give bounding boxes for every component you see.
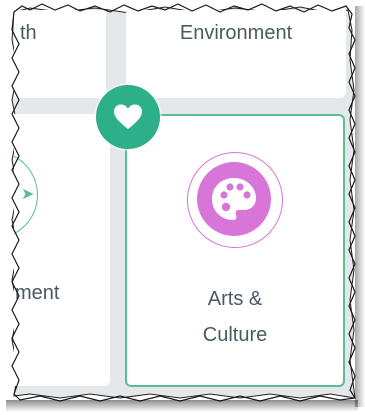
card-label-arts-culture: Arts & Culture bbox=[127, 281, 343, 353]
arts-label-line1: Arts & bbox=[207, 288, 263, 310]
heart-icon bbox=[114, 104, 142, 129]
frame-shadow-right bbox=[355, 6, 365, 407]
frame-shadow-bottom bbox=[6, 400, 358, 412]
palette-icon bbox=[212, 178, 256, 220]
favorite-badge[interactable] bbox=[96, 85, 160, 149]
category-card-arts-culture[interactable]: Arts & Culture bbox=[125, 114, 345, 387]
arts-icon-circle bbox=[197, 162, 271, 236]
arts-icon-ring bbox=[187, 152, 283, 248]
employment-icon: ➤ bbox=[21, 186, 35, 203]
category-card-environment[interactable]: Environment bbox=[126, 10, 346, 98]
category-card-health[interactable]: th bbox=[14, 10, 106, 98]
card-label-environment: Environment bbox=[179, 22, 293, 44]
category-card-employment[interactable]: ➤ ment bbox=[14, 114, 110, 386]
arts-label-line2: Culture bbox=[202, 324, 268, 346]
screenshot-frame: th Environment ➤ ment Arts & Culture bbox=[0, 0, 365, 415]
cards-viewport: th Environment ➤ ment Arts & Culture bbox=[14, 10, 352, 396]
